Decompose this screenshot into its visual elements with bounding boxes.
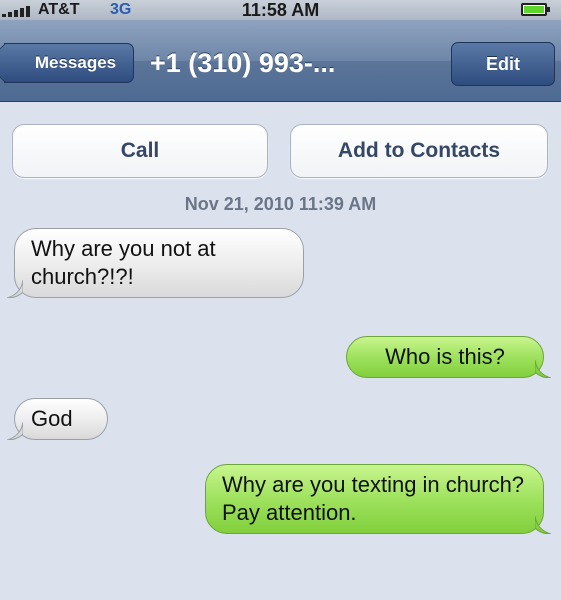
conversation-title: +1 (310) 993-... — [150, 48, 336, 78]
bubble-tail-icon — [7, 280, 23, 298]
message-bubble-incoming[interactable]: God — [7, 398, 108, 440]
edit-button[interactable]: Edit — [451, 42, 555, 86]
navigation-bar: Messages +1 (310) 993-... Edit — [0, 20, 561, 102]
call-button[interactable]: Call — [12, 124, 268, 178]
message-text: Who is this? — [385, 344, 505, 369]
back-button-label: Messages — [34, 53, 117, 72]
bubble-tail-icon — [535, 360, 551, 378]
message-text: Why are you not at church?!?! — [31, 236, 216, 289]
status-time: 11:58 AM — [241, 0, 320, 20]
message-text: God — [31, 406, 73, 431]
message-bubble-outgoing[interactable]: Why are you texting in church? Pay atten… — [205, 464, 551, 534]
bubble-tail-icon — [535, 516, 551, 534]
battery-icon — [521, 3, 550, 16]
bubble-tail-icon — [7, 422, 23, 440]
status-bar: AT&T 3G 11:58 AM — [0, 0, 561, 20]
message-text: Why are you texting in church? Pay atten… — [222, 472, 525, 525]
message-bubble-incoming[interactable]: Why are you not at church?!?! — [7, 228, 304, 298]
conversation-timestamp: Nov 21, 2010 11:39 AM — [184, 194, 377, 214]
message-bubble-outgoing[interactable]: Who is this? — [346, 336, 551, 378]
add-to-contacts-button[interactable]: Add to Contacts — [290, 124, 548, 178]
messages-back-button[interactable]: Messages — [4, 43, 134, 83]
